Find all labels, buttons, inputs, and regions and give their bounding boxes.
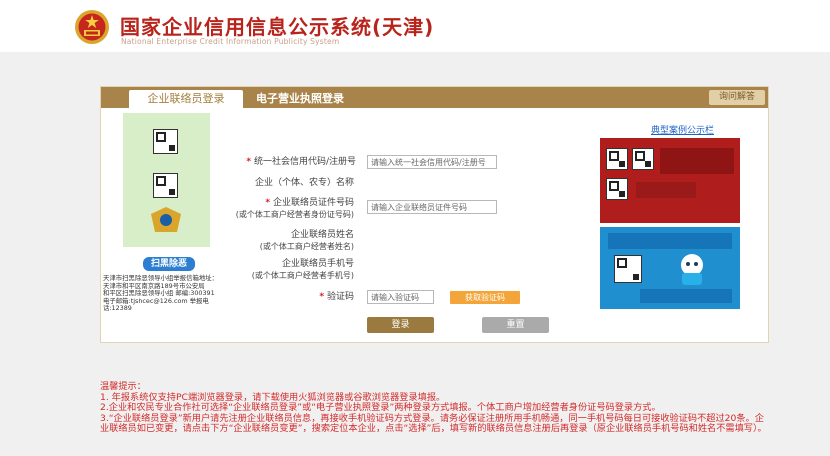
poster-info: 天津市扫黑除恶领导小组举报信箱地址： 天津市和平区南京路189号市公安局 和平区… <box>103 274 233 313</box>
banner-text-block <box>640 289 732 303</box>
notice-block: 温馨提示： 1. 年报系统仅支持PC端浏览器登录，请下载使用火狐浏览器或谷歌浏览… <box>100 381 770 435</box>
liaison-id-sublabel: (或个体工商户经营者身份证号码) <box>235 210 354 219</box>
login-panel: 企业联络员登录 电子营业执照登录 询问解答 扫黑除恶 天津市扫黑除恶领导小组举报… <box>100 86 769 343</box>
required-mark: * <box>246 157 252 167</box>
required-mark: * <box>319 292 325 302</box>
left-poster <box>123 113 210 247</box>
qr-code-icon <box>606 178 628 200</box>
banner-slogan-block <box>608 233 732 249</box>
site-title: 国家企业信用信息公示系统(天津) <box>120 15 435 39</box>
notice-title: 温馨提示： <box>100 381 146 392</box>
qr-code-icon <box>153 173 178 198</box>
national-emblem-icon <box>75 10 109 44</box>
liaison-name-label-text: 企业联络员姓名 <box>290 230 354 240</box>
tab-e-license-login[interactable]: 电子营业执照登录 <box>256 90 344 108</box>
qr-code-icon <box>606 148 628 170</box>
national-security-banner[interactable] <box>600 227 740 309</box>
poster-info-line: 电子邮箱:tjshcec@126.com 举报电话:12389 <box>103 296 209 313</box>
get-code-button[interactable]: 获取验证码 <box>450 291 520 304</box>
qr-code-icon <box>153 129 178 154</box>
required-mark: * <box>265 198 271 208</box>
police-badge-icon <box>151 207 181 232</box>
mascot-icon <box>681 254 703 285</box>
qr-code-icon <box>632 148 654 170</box>
uscc-input[interactable]: 请输入统一社会信用代码/注册号 <box>367 155 497 169</box>
site-header: 国家企业信用信息公示系统(天津) National Enterprise Cre… <box>0 0 830 52</box>
reset-button[interactable]: 重置 <box>482 317 549 333</box>
uscc-label-text: 统一社会信用代码/注册号 <box>253 157 356 167</box>
banner-slogan-block <box>660 148 734 174</box>
liaison-name-label: 企业联络员姓名 (或个体工商户经营者姓名) <box>221 230 354 252</box>
qr-code-icon <box>614 255 642 283</box>
anti-crime-banner[interactable] <box>600 138 740 223</box>
liaison-id-input[interactable]: 请输入企业联络员证件号码 <box>367 200 497 214</box>
notice-line: 3.“企业联络员登录”新用户请先注册企业联络员信息，再接收手机验证码方式登录。请… <box>100 412 767 435</box>
typical-cases-link[interactable]: 典型案例公示栏 <box>651 123 714 136</box>
banner-text-block <box>636 182 696 198</box>
poster-badge: 扫黑除恶 <box>143 257 195 271</box>
captcha-label-text: 验证码 <box>326 292 354 302</box>
captcha-input[interactable]: 请输入验证码 <box>367 290 434 304</box>
liaison-name-sublabel: (或个体工商户经营者姓名) <box>259 242 354 251</box>
uscc-label: * 统一社会信用代码/注册号 <box>226 157 356 168</box>
liaison-phone-label-text: 企业联络员手机号 <box>281 259 354 269</box>
login-button[interactable]: 登录 <box>367 317 434 333</box>
help-button[interactable]: 询问解答 <box>709 90 765 105</box>
company-name-label: 企业（个体、农专）名称 <box>254 178 354 188</box>
tab-liaison-login[interactable]: 企业联络员登录 <box>129 90 243 108</box>
liaison-id-label: * 企业联络员证件号码 (或个体工商户经营者身份证号码) <box>221 198 354 220</box>
captcha-label: * 验证码 <box>281 292 354 303</box>
liaison-phone-label: 企业联络员手机号 (或个体工商户经营者手机号) <box>221 259 354 281</box>
tab-bar: 企业联络员登录 电子营业执照登录 询问解答 <box>101 87 768 108</box>
liaison-id-label-text: 企业联络员证件号码 <box>272 198 354 208</box>
liaison-phone-sublabel: (或个体工商户经营者手机号) <box>251 271 354 280</box>
site-subtitle: National Enterprise Credit Information P… <box>121 37 340 46</box>
